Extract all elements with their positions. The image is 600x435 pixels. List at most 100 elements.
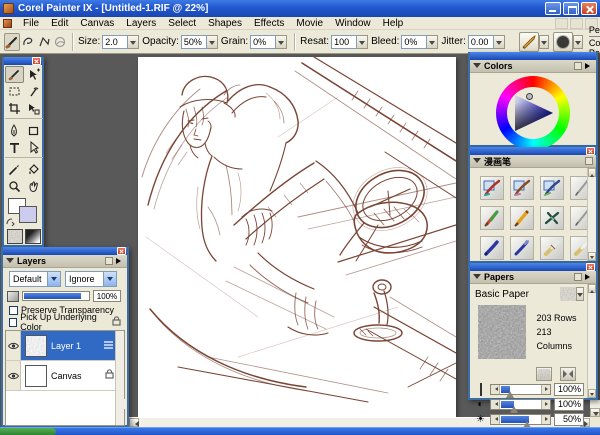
mdi-restore-button[interactable] <box>570 17 583 29</box>
brush-variant-flat-brush1-icon[interactable] <box>540 236 564 260</box>
paper-texture-button[interactable] <box>536 367 553 381</box>
slider-right-arrow[interactable] <box>541 399 550 409</box>
tool-rectangle-shape[interactable] <box>24 122 43 139</box>
size-dropdown[interactable] <box>128 34 140 49</box>
header-box-icon[interactable] <box>105 257 113 265</box>
paper-preview[interactable] <box>478 305 527 359</box>
menu-file[interactable]: File <box>17 17 45 30</box>
brush-variant-color-pencil-icon[interactable] <box>480 206 504 230</box>
slider-left-arrow[interactable] <box>491 384 500 394</box>
preserve-transparency-checkbox[interactable] <box>9 305 18 315</box>
menu-effects[interactable]: Effects <box>248 17 290 30</box>
menu-edit[interactable]: Edit <box>45 17 74 30</box>
jitter-input[interactable]: 0.00 <box>467 34 494 49</box>
layer-row-layer1[interactable]: Layer 1 <box>6 331 124 361</box>
brush-variant-blue-pen1-icon[interactable] <box>480 236 504 260</box>
manga-scrollbar[interactable] <box>587 168 596 261</box>
opacity-dropdown[interactable] <box>206 34 218 49</box>
paper-contrast-slider[interactable] <box>490 398 551 413</box>
header-box-icon[interactable] <box>574 62 582 70</box>
scroll-up-icon[interactable] <box>588 168 596 177</box>
paper-brightness-slider[interactable] <box>490 413 551 428</box>
pickup-underlying-checkbox[interactable] <box>9 317 18 327</box>
tool-brush[interactable] <box>5 66 24 83</box>
brush-variant-paint3-icon[interactable] <box>540 176 564 200</box>
paper-selector-swatch[interactable] <box>7 229 23 244</box>
brush-category-label[interactable]: Pencils <box>588 25 600 37</box>
header-flyout-icon[interactable] <box>116 258 124 264</box>
brush-tool-indicator-icon[interactable] <box>4 32 20 51</box>
layer-opacity-slider[interactable] <box>22 291 90 301</box>
tool-grabber-hand[interactable] <box>24 178 43 195</box>
collapse-icon[interactable] <box>473 274 481 283</box>
menu-layers[interactable]: Layers <box>120 17 162 30</box>
straight-line-strokes-icon[interactable] <box>36 33 52 51</box>
papers-scrollbar[interactable] <box>587 284 596 398</box>
header-box-icon[interactable] <box>585 157 593 165</box>
bleed-dropdown[interactable] <box>427 34 439 49</box>
brush-variant-paint2-icon[interactable] <box>510 176 534 200</box>
tool-layer-adjuster[interactable] <box>24 66 43 83</box>
scroll-down-icon[interactable] <box>588 252 596 261</box>
main-color-swatch[interactable] <box>19 206 37 223</box>
toolbox-titlebar[interactable] <box>4 57 42 65</box>
brush-variant-blue-pen2-icon[interactable] <box>510 236 534 260</box>
layer-name[interactable]: Canvas <box>51 371 82 381</box>
start-button[interactable] <box>0 428 56 435</box>
menu-shapes[interactable]: Shapes <box>202 17 248 30</box>
window-titlebar[interactable]: Corel Painter IX - [Untitled-1.RIF @ 22%… <box>0 0 600 17</box>
slider-left-arrow[interactable] <box>491 399 500 409</box>
colors-header[interactable]: Colors <box>470 60 596 73</box>
paper-selector[interactable] <box>560 287 584 301</box>
slider-right-arrow[interactable] <box>541 414 550 424</box>
visibility-eye-icon[interactable] <box>6 331 21 360</box>
slider-right-arrow[interactable] <box>541 384 550 394</box>
close-button[interactable] <box>581 2 597 15</box>
jitter-dropdown[interactable] <box>493 34 505 49</box>
slider-left-arrow[interactable] <box>491 414 500 424</box>
papers-palette-titlebar[interactable] <box>470 263 596 271</box>
collapse-icon[interactable] <box>473 63 481 72</box>
gradient-selector-swatch[interactable] <box>25 229 41 244</box>
tool-magnifier[interactable] <box>5 178 24 195</box>
layer-list-scrollbar[interactable] <box>115 331 124 425</box>
resat-input[interactable]: 100 <box>331 34 358 49</box>
tool-rectangular-selection[interactable] <box>5 83 24 100</box>
tool-magic-wand[interactable] <box>24 83 43 100</box>
manga-close-icon[interactable] <box>586 147 595 155</box>
size-input[interactable]: 2.0 <box>102 34 129 49</box>
canvas-document[interactable] <box>138 56 457 417</box>
layer-thumbnail[interactable] <box>25 334 47 357</box>
tool-selection-adjuster[interactable] <box>24 100 43 117</box>
brush-variant-airbrush-icon[interactable] <box>540 206 564 230</box>
scroll-up-icon[interactable] <box>588 284 596 293</box>
colors-palette-titlebar[interactable] <box>470 52 596 60</box>
menu-select[interactable]: Select <box>162 17 202 30</box>
brush-variant-paint1-icon[interactable] <box>480 176 504 200</box>
layers-palette-titlebar[interactable] <box>3 247 127 255</box>
brush-dab-button[interactable] <box>552 31 583 52</box>
tool-text[interactable] <box>5 139 24 156</box>
palette-scroll-fragment[interactable] <box>117 399 126 409</box>
layer-name[interactable]: Layer 1 <box>51 341 81 351</box>
clone-color-icon[interactable] <box>52 33 68 51</box>
menu-canvas[interactable]: Canvas <box>74 17 120 30</box>
paper-scale-slider[interactable] <box>490 383 551 398</box>
visibility-eye-icon[interactable] <box>6 361 21 390</box>
layers-close-icon[interactable] <box>117 247 126 255</box>
collapse-icon[interactable] <box>473 158 481 167</box>
tool-crop[interactable] <box>5 100 24 117</box>
saturation-value-triangle[interactable] <box>508 88 558 138</box>
paper-thumbnail[interactable] <box>560 287 576 301</box>
scroll-down-icon[interactable] <box>588 389 596 398</box>
manga-palette-titlebar[interactable] <box>470 147 596 155</box>
dropdown-arrow-icon[interactable] <box>103 272 116 286</box>
restore-button[interactable] <box>563 2 579 15</box>
brush-category-dropdown[interactable] <box>538 34 549 49</box>
header-flyout-icon[interactable] <box>585 63 593 69</box>
grain-input[interactable]: 0% <box>250 34 277 49</box>
color-indicator-dot[interactable] <box>526 93 533 100</box>
menu-window[interactable]: Window <box>329 17 377 30</box>
dropdown-arrow-icon[interactable] <box>47 272 60 286</box>
scroll-left-button[interactable] <box>129 418 139 427</box>
